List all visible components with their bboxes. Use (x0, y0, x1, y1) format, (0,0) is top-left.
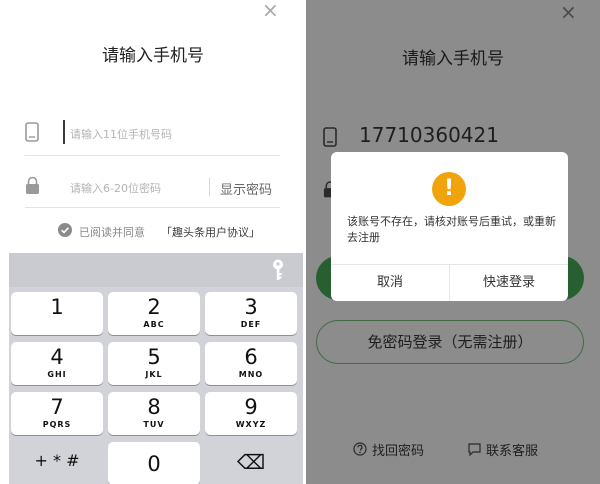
check-circle-icon[interactable] (58, 223, 72, 237)
phone-icon (323, 127, 337, 147)
alert-icon: ! (432, 172, 466, 206)
phone-input[interactable]: 请输入11位手机号码 (70, 126, 172, 142)
keypad-toolbar (9, 253, 303, 287)
account-not-found-dialog: ! 该账号不存在，请核对账号后重试，或重新去注册 取消 快速登录 (331, 152, 568, 301)
symbols-key[interactable]: + * # (11, 442, 103, 484)
agreement-link[interactable]: 「趣头条用户协议」 (161, 224, 260, 240)
password-input[interactable]: 请输入6-20位密码 (70, 180, 161, 196)
key-5[interactable]: 5 JKL (108, 342, 200, 385)
phone-input[interactable]: 17710360421 (359, 123, 499, 147)
key-8[interactable]: 8 TUV (108, 392, 200, 435)
dialog-message: 该账号不存在，请核对账号后重试，或重新去注册 (347, 215, 556, 244)
key-1[interactable]: 1 (11, 292, 103, 335)
find-password-link[interactable]: 找回密码 (372, 440, 424, 459)
phone-divider (25, 155, 280, 156)
key-6[interactable]: 6 MNO (205, 342, 297, 385)
close-icon[interactable]: × (560, 2, 577, 22)
password-divider (25, 207, 280, 208)
quick-login-button[interactable]: 快速登录 (450, 264, 568, 301)
key-icon[interactable] (272, 259, 284, 281)
key-9[interactable]: 9 WXYZ (205, 392, 297, 435)
field-separator (209, 178, 210, 196)
passwordless-login-button[interactable]: 免密码登录（无需注册） (316, 320, 584, 364)
lock-icon (26, 176, 39, 194)
delete-key-icon[interactable]: ⌫ (205, 442, 297, 484)
page-title: 请输入手机号 (102, 46, 204, 66)
close-icon[interactable]: × (262, 0, 279, 20)
login-panel-left: × 请输入手机号 请输入11位手机号码 请输入6-20位密码 显示密码 已阅读并… (0, 0, 306, 484)
agreement-text: 已阅读并同意 (79, 226, 145, 239)
text-cursor (63, 120, 65, 144)
contact-support-link[interactable]: 联系客服 (486, 440, 538, 459)
numeric-keypad: 1 2 ABC 3 DEF 4 GHI 5 JKL 6 MNO 7 PQRS 8 TUV 9W… (9, 253, 303, 484)
key-0[interactable]: 0 (108, 442, 200, 484)
page-title: 请输入手机号 (402, 49, 504, 69)
question-icon (353, 442, 367, 456)
chat-icon (468, 443, 481, 456)
key-4[interactable]: 4 GHI (11, 342, 103, 385)
phone-icon (25, 122, 39, 142)
key-3[interactable]: 3 DEF (205, 292, 297, 335)
key-2[interactable]: 2 ABC (108, 292, 200, 335)
cancel-button[interactable]: 取消 (331, 264, 449, 301)
key-7[interactable]: 7 PQRS (11, 392, 103, 435)
show-password-button[interactable]: 显示密码 (220, 179, 272, 198)
